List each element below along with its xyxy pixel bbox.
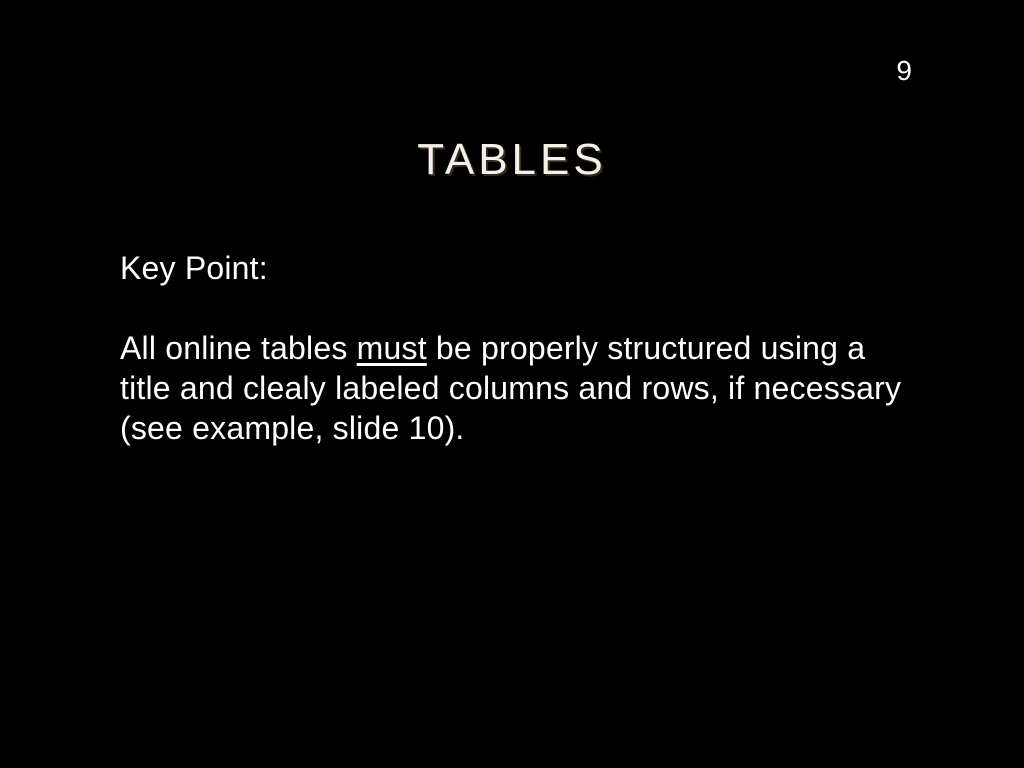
slide-number: 9 [896,55,912,87]
slide-content: Key Point: All online tables must be pro… [120,248,924,448]
slide-title: TABLES [0,135,1024,185]
body-prefix: All online tables [120,330,357,366]
body-text: All online tables must be properly struc… [120,328,924,448]
body-underlined: must [357,330,427,366]
key-point-label: Key Point: [120,248,924,288]
